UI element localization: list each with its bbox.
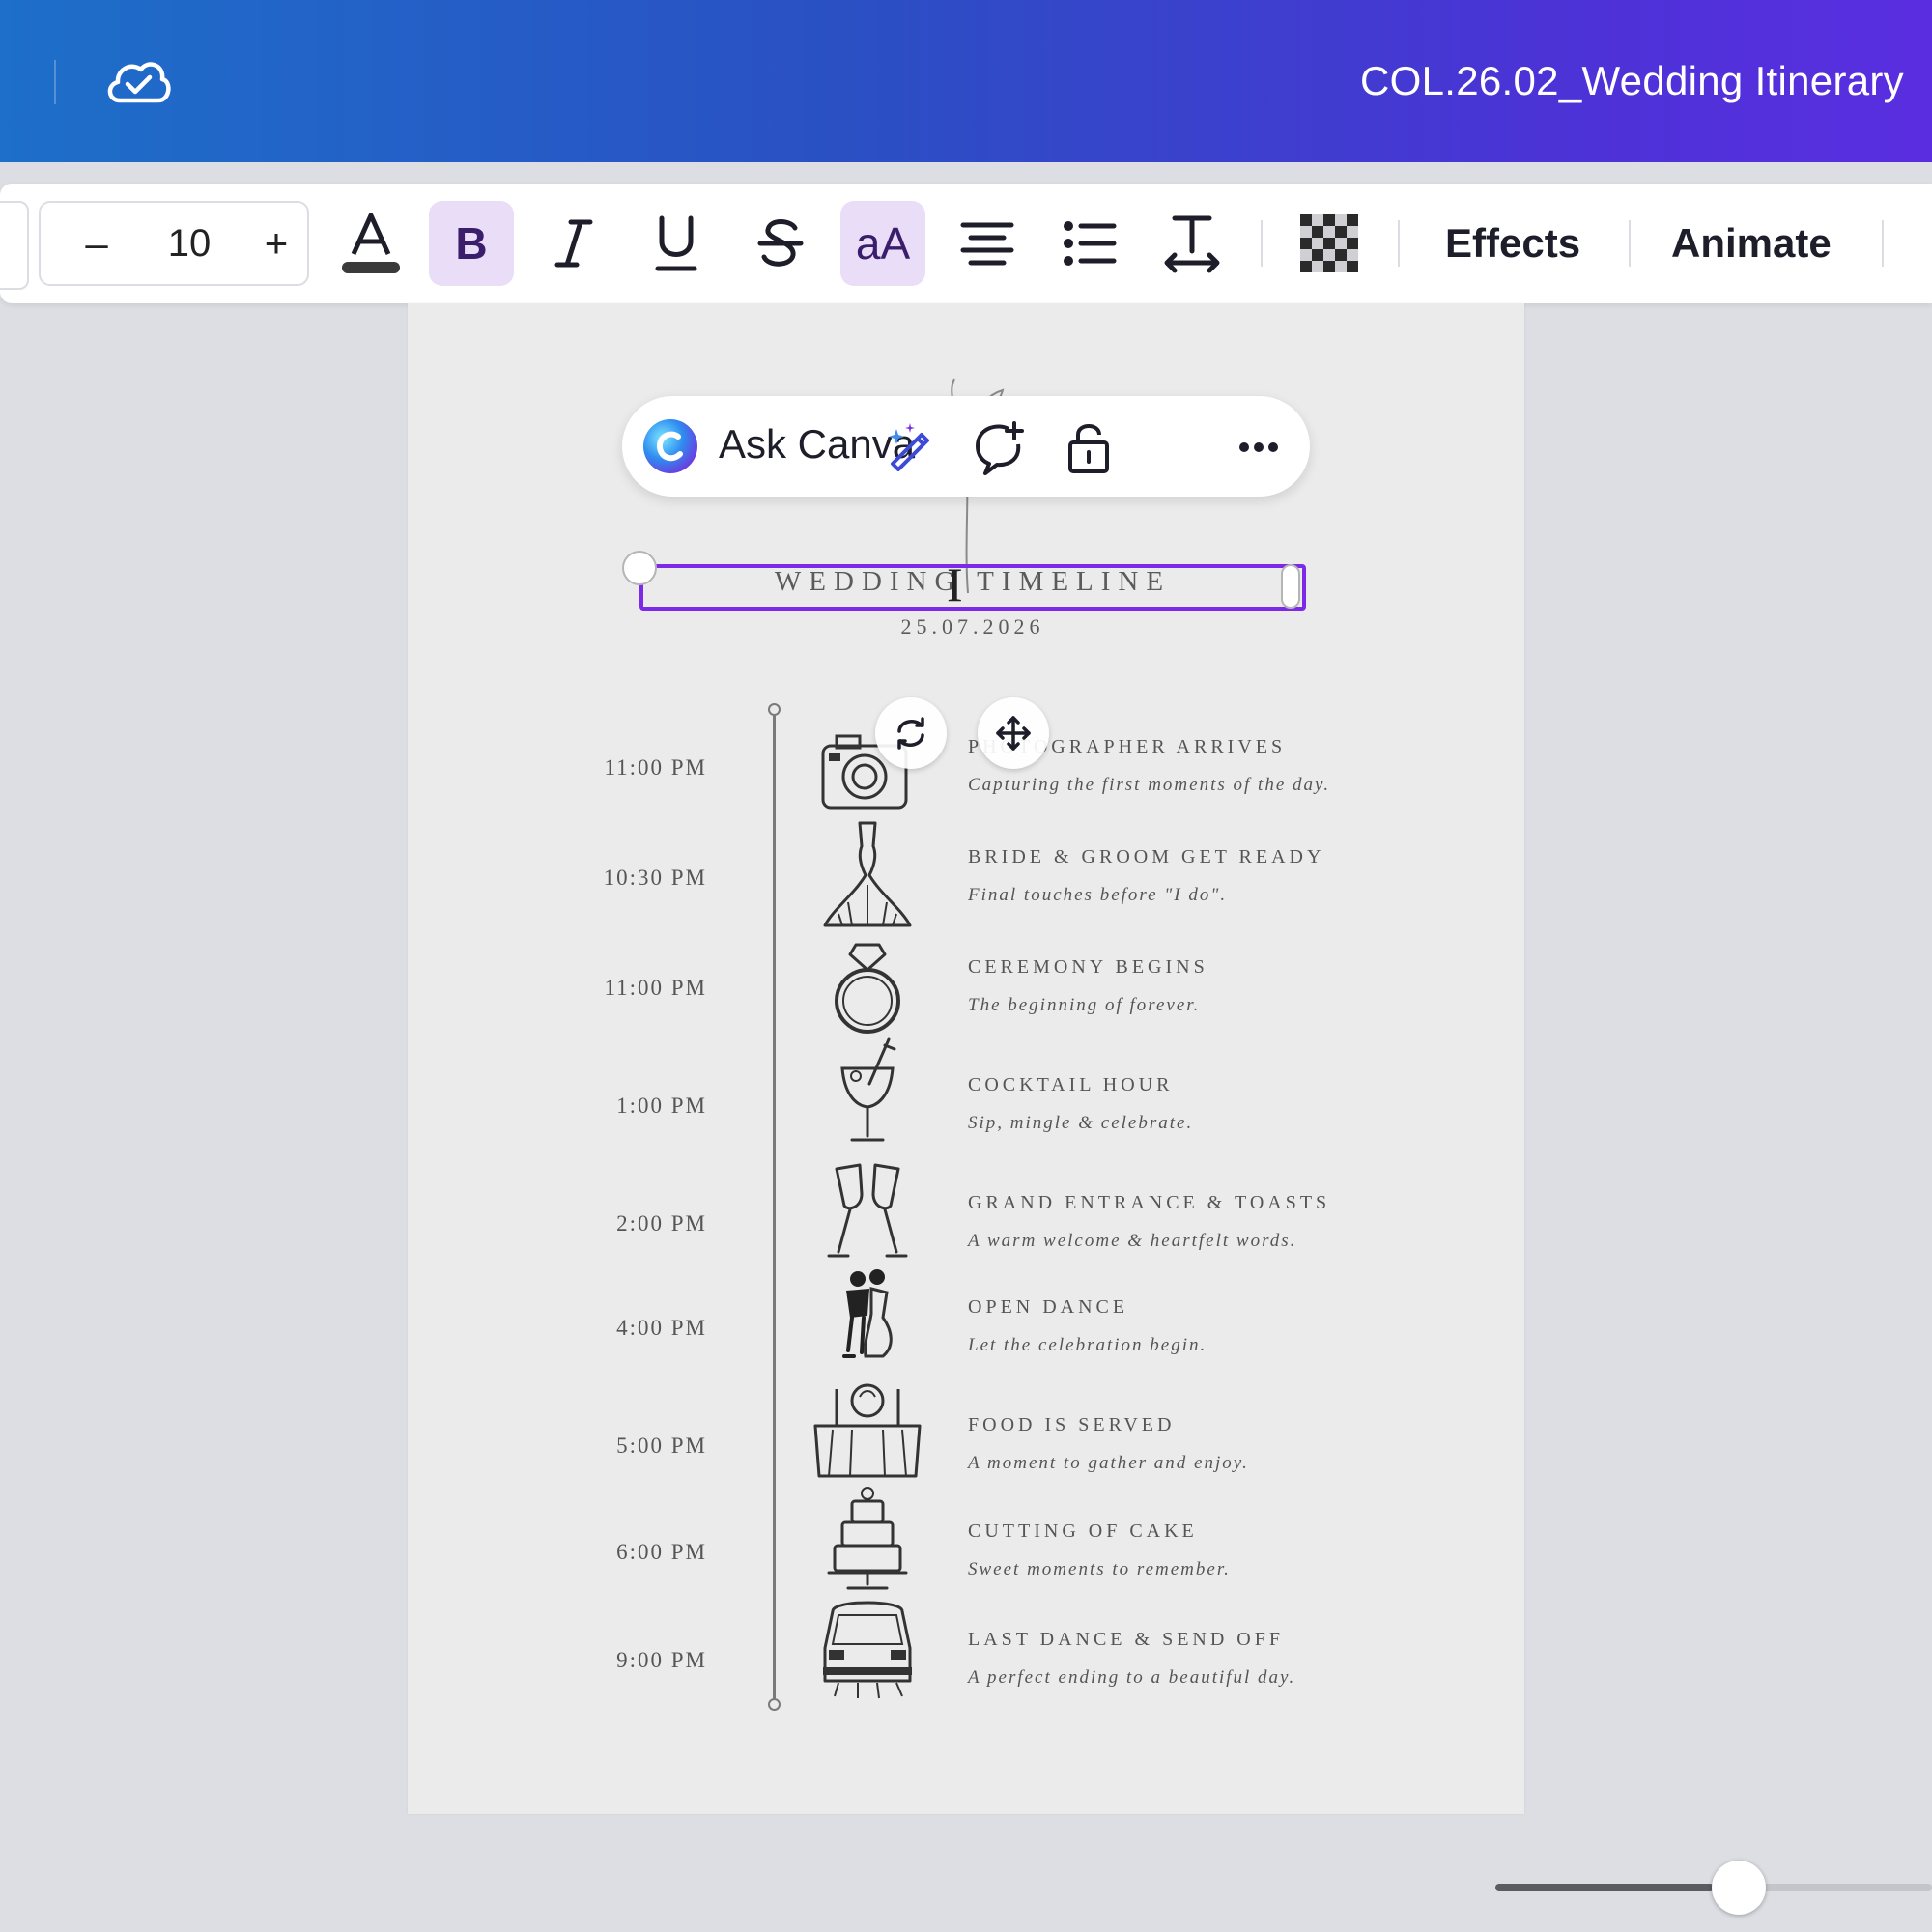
event-time: 5:00 PM — [616, 1434, 707, 1458]
align-button[interactable] — [945, 201, 1030, 286]
toolbar-separator — [1398, 220, 1400, 267]
editor-header: COL.26.02_Wedding Itinerary — [0, 0, 1932, 162]
event-title: CEREMONY BEGINS — [968, 956, 1208, 978]
event-title: OPEN DANCE — [968, 1296, 1129, 1318]
design-page[interactable]: Ask Canva WEDDING TIMELINE I 25.07.2026 … — [408, 303, 1524, 1814]
event-description: A perfect ending to a beautiful day. — [968, 1667, 1296, 1688]
more-icon[interactable] — [1231, 419, 1287, 475]
cloud-saved-icon[interactable] — [102, 52, 174, 110]
rotate-icon — [897, 717, 924, 750]
event-time: 4:00 PM — [616, 1316, 707, 1340]
event-description: A moment to gather and enjoy. — [968, 1453, 1249, 1473]
canva-assistant-logo-icon[interactable] — [641, 417, 699, 475]
event-title: LAST DANCE & SEND OFF — [968, 1629, 1284, 1650]
strikethrough-icon — [757, 219, 804, 267]
add-comment-icon[interactable] — [970, 419, 1026, 475]
event-description: Capturing the first moments of the day. — [968, 775, 1331, 795]
timeline-event[interactable]: 9:00 PM LAST DANCE & SEND OFF A perfect … — [408, 1601, 1524, 1735]
timeline-event[interactable]: 2:00 PM GRAND ENTRANCE & TOASTS A warm w… — [408, 1163, 1524, 1298]
lock-icon[interactable] — [1061, 419, 1117, 475]
event-title: COCKTAIL HOUR — [968, 1074, 1174, 1095]
event-time: 10:30 PM — [603, 866, 707, 890]
increase-font-size-button[interactable]: + — [247, 216, 305, 270]
event-description: Final touches before "I do". — [968, 885, 1228, 905]
event-description: Sweet moments to remember. — [968, 1559, 1231, 1579]
cocktail-icon — [840, 1037, 896, 1142]
bold-icon: B — [455, 218, 488, 269]
champagne-toast-icon — [827, 1163, 908, 1258]
zoom-slider-thumb[interactable] — [1712, 1861, 1766, 1915]
event-title: FOOD IS SERVED — [968, 1414, 1176, 1435]
toolbar-separator — [1261, 220, 1263, 267]
event-description: Let the celebration begin. — [968, 1335, 1208, 1355]
event-time: 11:00 PM — [604, 755, 707, 780]
transparency-button[interactable] — [1287, 201, 1372, 286]
font-family-dropdown[interactable] — [0, 201, 29, 290]
event-time: 2:00 PM — [616, 1211, 707, 1236]
event-title: CUTTING OF CAKE — [968, 1520, 1198, 1542]
ring-icon — [835, 943, 900, 1034]
italic-button[interactable] — [531, 201, 616, 286]
event-description: The beginning of forever. — [968, 995, 1201, 1015]
letter-case-button[interactable]: aA — [840, 201, 925, 286]
bold-button[interactable]: B — [429, 201, 514, 286]
document-title[interactable]: COL.26.02_Wedding Itinerary — [1360, 58, 1904, 104]
zoom-slider-fill — [1495, 1884, 1714, 1891]
font-size-input[interactable]: 10 — [141, 216, 238, 270]
text-cursor-icon: I — [947, 557, 963, 611]
event-time: 9:00 PM — [616, 1648, 707, 1672]
event-title: BRIDE & GROOM GET READY — [968, 846, 1325, 867]
getaway-car-icon — [823, 1601, 912, 1699]
list-icon — [1064, 221, 1117, 266]
list-button[interactable] — [1047, 201, 1132, 286]
event-description: Sip, mingle & celebrate. — [968, 1113, 1194, 1133]
text-color-button[interactable] — [328, 201, 413, 286]
ask-canva-toolbar: Ask Canva — [622, 396, 1310, 497]
timeline-event[interactable]: 1:00 PM COCKTAIL HOUR Sip, mingle & cele… — [408, 1037, 1524, 1180]
move-icon — [996, 716, 1031, 751]
event-time: 6:00 PM — [616, 1540, 707, 1564]
italic-icon — [554, 219, 593, 268]
timeline-event[interactable]: 10:30 PM BRIDE & GROOM GET READY Final t… — [408, 821, 1524, 952]
spacing-icon — [1164, 215, 1220, 273]
strikethrough-button[interactable] — [738, 201, 823, 286]
decrease-font-size-button[interactable]: – — [68, 216, 126, 270]
event-description: A warm welcome & heartfelt words. — [968, 1231, 1297, 1251]
event-title: GRAND ENTRANCE & TOASTS — [968, 1192, 1331, 1213]
magic-write-icon[interactable] — [883, 419, 939, 475]
transparency-icon — [1300, 214, 1358, 272]
move-button[interactable] — [978, 697, 1049, 769]
timeline-event[interactable]: 6:00 PM CUTTING OF CAKE Sweet moments to… — [408, 1487, 1524, 1627]
dancing-couple-icon — [842, 1269, 893, 1358]
font-size-stepper: – 10 + — [39, 201, 309, 286]
wedding-cake-icon — [827, 1487, 908, 1590]
text-formatting-toolbar: – 10 + B aA Effects Animate — [0, 184, 1932, 303]
wedding-dress-icon — [823, 821, 912, 927]
underline-icon — [655, 215, 697, 271]
timeline-event[interactable]: 11:00 PM PHOTOGRAPHER ARRIVES Capturing … — [408, 734, 1524, 842]
animate-button[interactable]: Animate — [1671, 201, 1832, 286]
toolbar-separator — [1629, 220, 1631, 267]
align-center-icon — [960, 222, 1014, 266]
event-time: 1:00 PM — [616, 1094, 707, 1118]
letter-case-icon: aA — [855, 218, 911, 269]
timeline-event[interactable]: 4:00 PM OPEN DANCE Let the celebration b… — [408, 1269, 1524, 1403]
toolbar-separator — [1882, 220, 1884, 267]
effects-button[interactable]: Effects — [1445, 201, 1580, 286]
rotate-button[interactable] — [875, 697, 947, 769]
timeline-start-dot — [768, 703, 781, 716]
event-time: 11:00 PM — [604, 976, 707, 1000]
document-heading[interactable]: WEDDING TIMELINE — [639, 566, 1306, 598]
timeline-event[interactable]: 11:00 PM CEREMONY BEGINS The beginning o… — [408, 943, 1524, 1063]
underline-button[interactable] — [634, 201, 719, 286]
header-divider — [54, 60, 56, 104]
timeline-event[interactable]: 5:00 PM FOOD IS SERVED A moment to gathe… — [408, 1383, 1524, 1520]
text-color-icon — [342, 213, 400, 273]
spacing-button[interactable] — [1150, 201, 1235, 286]
dining-table-icon — [813, 1383, 922, 1478]
document-date[interactable]: 25.07.2026 — [639, 614, 1306, 639]
